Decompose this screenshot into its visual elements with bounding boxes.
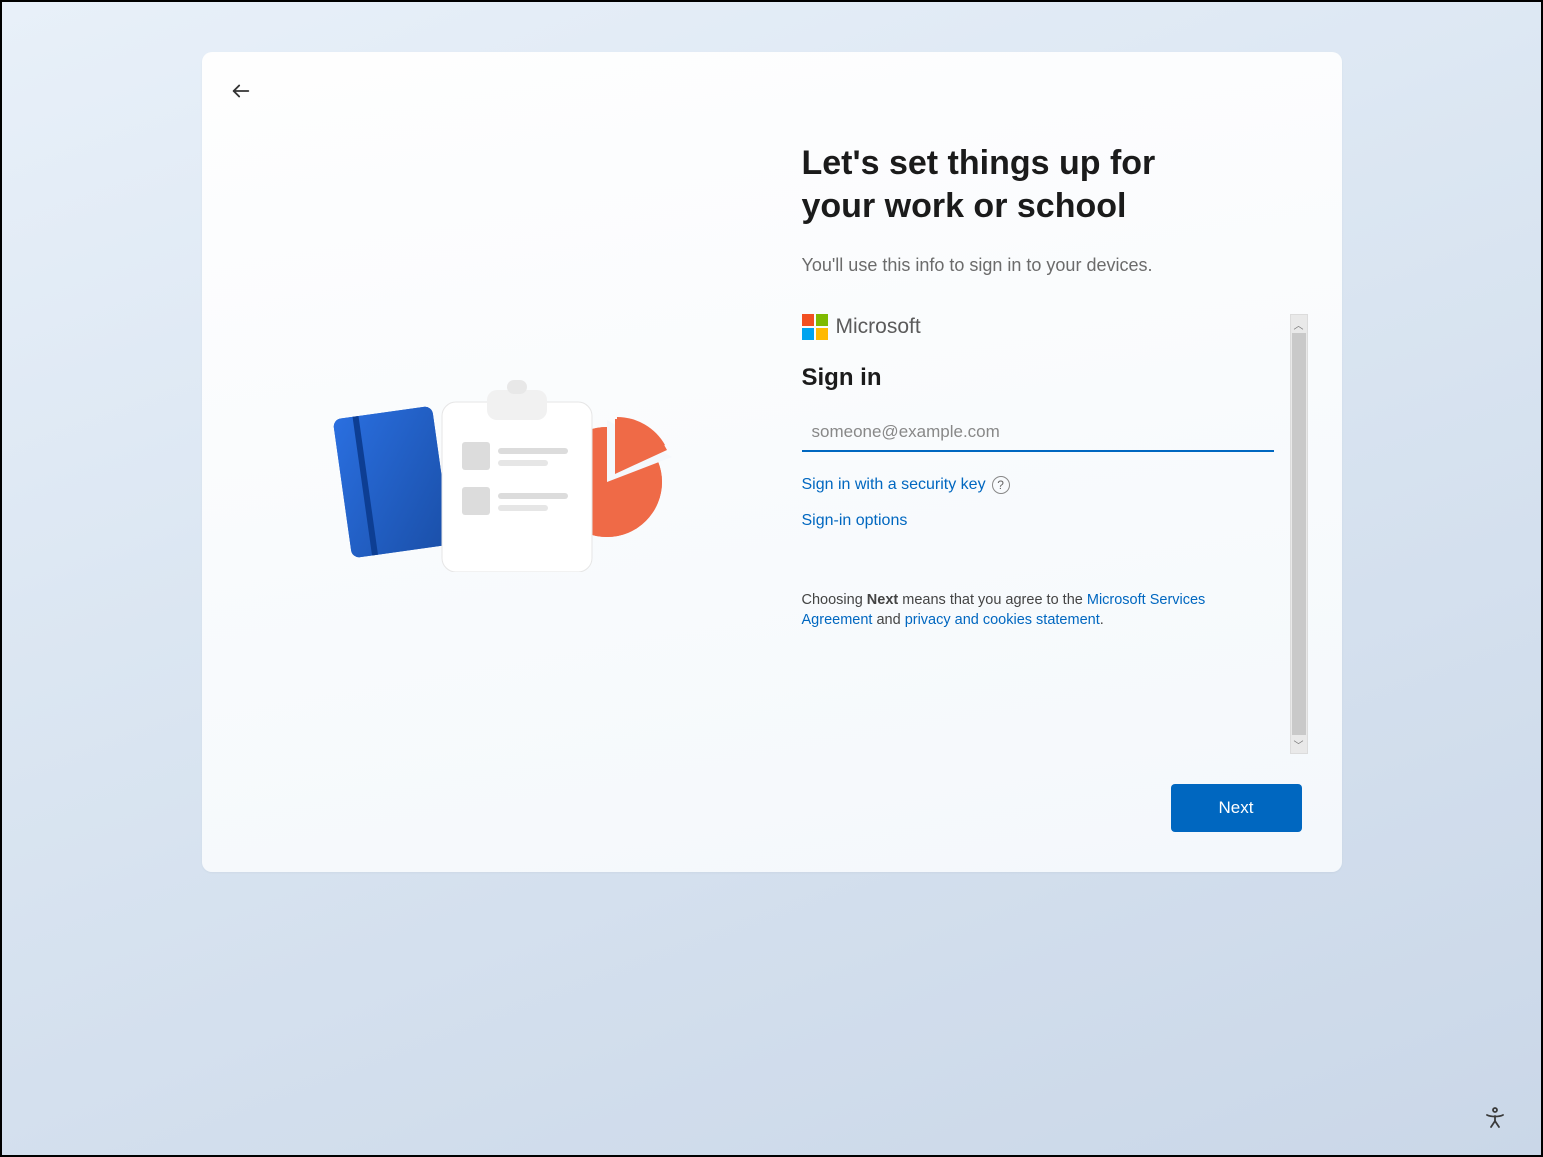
illustration-pane [202,52,802,872]
microsoft-name: Microsoft [836,315,921,339]
scrollbar-thumb[interactable] [1292,333,1306,735]
accessibility-button[interactable] [1483,1106,1507,1133]
signin-options-link[interactable]: Sign-in options [802,512,908,530]
legal-bold: Next [867,592,898,608]
next-button[interactable]: Next [1171,784,1302,832]
work-school-illustration-icon [322,352,682,572]
back-button[interactable] [226,76,256,109]
legal-and: and [872,612,904,628]
legal-middle: means that you agree to the [898,592,1087,608]
microsoft-brand: Microsoft [802,314,1274,340]
signin-scroll-region: Microsoft Sign in Sign in with a securit… [802,314,1302,631]
content-pane: Let's set things up for your work or sch… [802,52,1342,872]
scroll-up-arrow-icon[interactable]: ︿ [1291,315,1307,333]
help-icon[interactable]: ? [992,476,1010,494]
microsoft-logo-icon [802,314,828,340]
privacy-statement-link[interactable]: privacy and cookies statement [905,612,1100,628]
page-subtitle: You'll use this info to sign in to your … [802,255,1302,276]
page-title: Let's set things up for your work or sch… [802,142,1222,227]
accessibility-icon [1483,1106,1507,1130]
legal-suffix: . [1100,612,1104,628]
security-key-link[interactable]: Sign in with a security key [802,476,986,494]
scrollbar[interactable]: ︿ ﹀ [1290,314,1308,754]
arrow-left-icon [230,80,252,102]
legal-prefix: Choosing [802,592,867,608]
email-input[interactable] [802,414,1274,452]
setup-card: Let's set things up for your work or sch… [202,52,1342,872]
signin-heading: Sign in [802,364,1274,392]
legal-text: Choosing Next means that you agree to th… [802,590,1242,631]
scroll-down-arrow-icon[interactable]: ﹀ [1291,735,1307,753]
